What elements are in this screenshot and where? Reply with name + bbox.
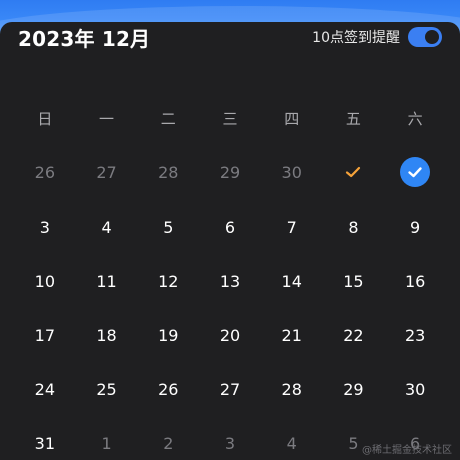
calendar-week-row: 3 4 5 6 7 8 9 xyxy=(14,212,446,242)
calendar-day[interactable]: 24 xyxy=(14,374,76,404)
calendar-day-prev-month[interactable]: 28 xyxy=(137,157,199,187)
calendar-week-row: 24 25 26 27 28 29 30 xyxy=(14,374,446,404)
calendar-day[interactable]: 27 xyxy=(199,374,261,404)
calendar-day[interactable]: 26 xyxy=(137,374,199,404)
calendar-day[interactable]: 19 xyxy=(137,320,199,350)
calendar-day[interactable]: 8 xyxy=(323,212,385,242)
calendar-day[interactable]: 13 xyxy=(199,266,261,296)
reminder-setting: 10点签到提醒 xyxy=(312,27,442,47)
toggle-knob xyxy=(425,30,439,44)
calendar-day-next-month[interactable]: 3 xyxy=(199,428,261,458)
weekday-thu: 四 xyxy=(284,110,300,128)
calendar-day[interactable]: 5 xyxy=(137,212,199,242)
reminder-toggle[interactable] xyxy=(408,27,442,47)
calendar-day[interactable]: 12 xyxy=(137,266,199,296)
calendar-day[interactable]: 28 xyxy=(261,374,323,404)
calendar-day[interactable]: 18 xyxy=(76,320,138,350)
calendar-day[interactable]: 7 xyxy=(261,212,323,242)
calendar-day[interactable]: 30 xyxy=(384,374,446,404)
calendar-header: 2023年 12月 10点签到提醒 xyxy=(18,22,442,52)
weekday-fri: 五 xyxy=(345,110,361,128)
calendar-day[interactable]: 17 xyxy=(14,320,76,350)
checkmark-icon xyxy=(408,167,422,178)
checkmark-icon xyxy=(346,166,361,178)
calendar-day-today-signed[interactable] xyxy=(384,157,446,187)
check-circle-icon xyxy=(400,157,431,187)
calendar-day[interactable]: 22 xyxy=(323,320,385,350)
weekday-mon: 一 xyxy=(99,110,115,128)
weekday-tue: 二 xyxy=(160,110,176,128)
calendar-week-row: 17 18 19 20 21 22 23 xyxy=(14,320,446,350)
calendar-day-prev-month[interactable]: 26 xyxy=(14,157,76,187)
calendar-week-row: 26 27 28 29 30 xyxy=(14,157,446,187)
calendar-day[interactable]: 16 xyxy=(384,266,446,296)
calendar-day[interactable]: 25 xyxy=(76,374,138,404)
weekday-sat: 六 xyxy=(407,110,423,128)
weekday-header-row: 日 一 二 三 四 五 六 xyxy=(14,108,446,130)
calendar-day[interactable]: 9 xyxy=(384,212,446,242)
calendar-day[interactable]: 21 xyxy=(261,320,323,350)
calendar-day-prev-month[interactable]: 29 xyxy=(199,157,261,187)
weekday-sun: 日 xyxy=(37,110,53,128)
calendar-day[interactable]: 20 xyxy=(199,320,261,350)
calendar-day-next-month[interactable]: 4 xyxy=(261,428,323,458)
calendar-day[interactable]: 14 xyxy=(261,266,323,296)
month-title: 2023年 12月 xyxy=(18,26,151,51)
reminder-label: 10点签到提醒 xyxy=(312,30,400,46)
calendar-day-signed[interactable] xyxy=(323,157,385,187)
calendar-day[interactable]: 6 xyxy=(199,212,261,242)
calendar-day[interactable]: 11 xyxy=(76,266,138,296)
calendar-day[interactable]: 4 xyxy=(76,212,138,242)
weekday-wed: 三 xyxy=(222,110,238,128)
calendar-week-row: 10 11 12 13 14 15 16 xyxy=(14,266,446,296)
watermark: @稀土掘金技术社区 xyxy=(362,445,452,456)
calendar-day[interactable]: 3 xyxy=(14,212,76,242)
calendar-day-prev-month[interactable]: 27 xyxy=(76,157,138,187)
calendar-day-next-month[interactable]: 2 xyxy=(137,428,199,458)
calendar-day[interactable]: 31 xyxy=(14,428,76,458)
calendar-day[interactable]: 23 xyxy=(384,320,446,350)
calendar-day[interactable]: 10 xyxy=(14,266,76,296)
calendar-day[interactable]: 29 xyxy=(323,374,385,404)
calendar-day[interactable]: 15 xyxy=(323,266,385,296)
calendar-day-next-month[interactable]: 1 xyxy=(76,428,138,458)
calendar-day-prev-month[interactable]: 30 xyxy=(261,157,323,187)
